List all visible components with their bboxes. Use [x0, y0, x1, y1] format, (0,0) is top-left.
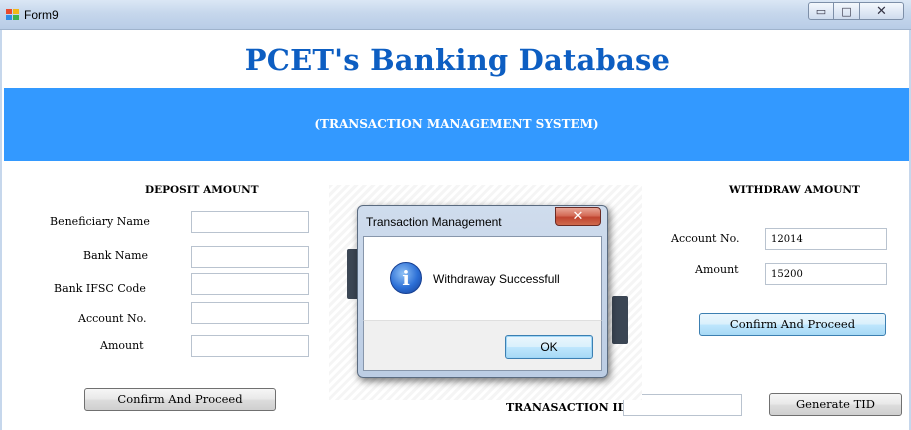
withdraw-amount-label: Amount: [695, 263, 739, 276]
message-box-close-button[interactable]: ✕: [555, 207, 601, 226]
generate-tid-button[interactable]: Generate TID: [769, 393, 902, 416]
minimize-icon: ▭: [815, 4, 827, 18]
deposit-account-no-label: Account No.: [78, 312, 147, 325]
deposit-confirm-button[interactable]: Confirm And Proceed: [84, 388, 276, 411]
maximize-icon: □: [841, 4, 852, 18]
bank-ifsc-field[interactable]: [191, 273, 309, 295]
page-title: PCET's Banking Database: [244, 43, 671, 77]
transaction-id-label: TRANASACTION ID: [506, 401, 628, 414]
minimize-button[interactable]: ▭: [808, 2, 834, 20]
dialog-backdrop-bar-right: [612, 296, 628, 344]
deposit-account-no-field[interactable]: [191, 302, 309, 324]
message-box-footer: OK: [363, 320, 602, 371]
deposit-section-title: DEPOSIT AMOUNT: [145, 184, 259, 196]
close-icon: ✕: [876, 3, 887, 19]
bank-name-field[interactable]: [191, 246, 309, 268]
message-box-title: Transaction Management: [366, 215, 502, 229]
window-title-bar: Form9 ▭ □ ✕: [0, 0, 911, 30]
close-icon: ✕: [572, 209, 584, 224]
page-subtitle: (TRANSACTION MANAGEMENT SYSTEM): [314, 117, 599, 131]
withdraw-amount-field[interactable]: 15200: [765, 263, 887, 285]
message-box-body: i Withdraway Successfull: [363, 236, 602, 320]
withdraw-section-title: WITHDRAW AMOUNT: [729, 184, 860, 196]
deposit-amount-field[interactable]: [191, 335, 309, 357]
withdraw-account-no-label: Account No.: [671, 232, 740, 245]
header-banner: (TRANSACTION MANAGEMENT SYSTEM): [4, 88, 909, 161]
bank-ifsc-label: Bank IFSC Code: [54, 282, 146, 295]
beneficiary-name-label: Beneficiary Name: [50, 215, 150, 228]
withdraw-confirm-button[interactable]: Confirm And Proceed: [699, 313, 886, 336]
app-icon: [6, 9, 20, 21]
close-button[interactable]: ✕: [860, 2, 904, 20]
maximize-button[interactable]: □: [834, 2, 860, 20]
deposit-amount-label: Amount: [100, 339, 144, 352]
ok-button[interactable]: OK: [505, 335, 593, 359]
window-title: Form9: [24, 8, 59, 22]
message-box-text: Withdraway Successfull: [433, 272, 560, 286]
bank-name-label: Bank Name: [83, 249, 149, 262]
withdraw-account-no-field[interactable]: 12014: [765, 228, 887, 250]
beneficiary-name-field[interactable]: [191, 211, 309, 233]
message-box: Transaction Management ✕ i Withdraway Su…: [357, 205, 608, 378]
information-icon: i: [390, 262, 422, 294]
